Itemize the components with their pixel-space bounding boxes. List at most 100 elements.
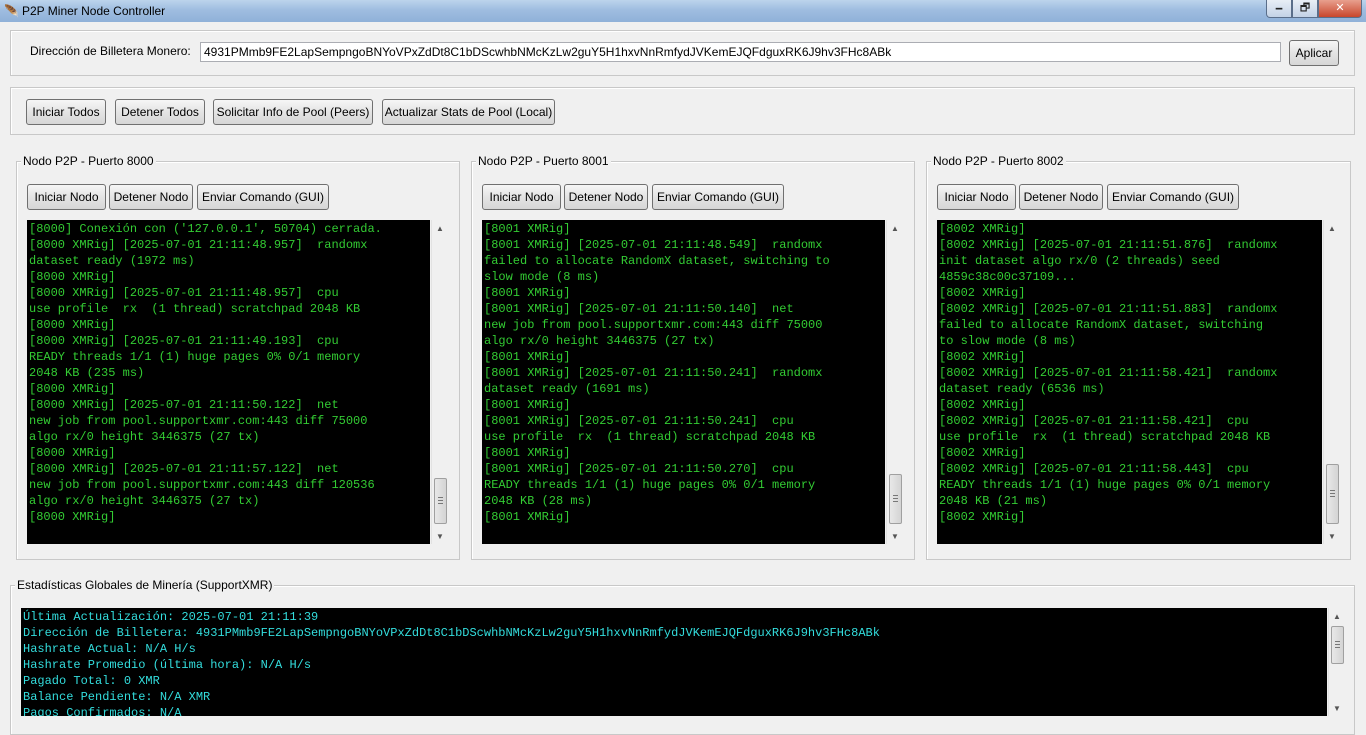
start-node-button[interactable]: Iniciar Nodo [482, 184, 561, 210]
log-line: [8001 XMRig] [484, 398, 571, 412]
stats-console[interactable]: Última Actualización: 2025-07-01 21:11:3… [21, 608, 1327, 716]
scroll-up-icon[interactable]: ▲ [1329, 608, 1345, 624]
node-title: Nodo P2P - Puerto 8001 [476, 154, 611, 168]
log-line: dataset ready (1972 ms) [29, 254, 195, 268]
scroll-up-icon[interactable]: ▲ [432, 220, 448, 236]
maximize-button[interactable]: 🗗 [1292, 0, 1318, 18]
log-line: Hashrate Promedio (última hora): N/A H/s [23, 658, 312, 672]
log-scrollbar[interactable]: ▲ ▼ [886, 220, 903, 544]
stats-scrollbar[interactable]: ▲ ▼ [1328, 608, 1345, 716]
log-line: [8001 XMRig] [484, 510, 571, 524]
log-line: [8000 XMRig] [29, 382, 116, 396]
log-line: algo rx/0 height 3446375 (27 tx) [484, 334, 715, 348]
log-scrollbar[interactable]: ▲ ▼ [431, 220, 448, 544]
request-pool-info-button[interactable]: Solicitar Info de Pool (Peers) [213, 99, 373, 125]
wallet-label: Dirección de Billetera Monero: [30, 44, 191, 58]
log-line: [8002 XMRig] [939, 398, 1026, 412]
start-node-button[interactable]: Iniciar Nodo [27, 184, 106, 210]
scroll-thumb[interactable] [1331, 626, 1344, 664]
scroll-down-icon[interactable]: ▼ [1324, 528, 1340, 544]
log-line: READY threads 1/1 (1) huge pages 0% 0/1 … [484, 478, 816, 492]
log-line: [8001 XMRig] [2025-07-01 21:11:50.241] c… [484, 414, 794, 428]
log-line: [8001 XMRig] [484, 286, 571, 300]
scroll-thumb[interactable] [889, 474, 902, 524]
stop-node-button[interactable]: Detener Nodo [109, 184, 193, 210]
log-line: [8001 XMRig] [2025-07-01 21:11:48.549] r… [484, 238, 823, 252]
log-line: init dataset algo rx/0 (2 threads) seed [939, 254, 1220, 268]
log-line: [8000 XMRig] [2025-07-01 21:11:57.122] n… [29, 462, 339, 476]
update-pool-stats-button[interactable]: Actualizar Stats de Pool (Local) [382, 99, 555, 125]
log-line: algo rx/0 height 3446375 (27 tx) [29, 430, 260, 444]
start-all-button[interactable]: Iniciar Todos [26, 99, 106, 125]
log-line: READY threads 1/1 (1) huge pages 0% 0/1 … [29, 350, 361, 364]
start-node-button[interactable]: Iniciar Nodo [937, 184, 1016, 210]
feather-icon: 🪶 [4, 4, 19, 18]
log-line: use profile rx (1 thread) scratchpad 204… [484, 430, 816, 444]
log-line: [8002 XMRig] [939, 350, 1026, 364]
log-line: Pagado Total: 0 XMR [23, 674, 160, 688]
log-line: to slow mode (8 ms) [939, 334, 1076, 348]
toolbar-panel [10, 87, 1355, 135]
log-line: [8001 XMRig] [2025-07-01 21:11:50.241] r… [484, 366, 823, 380]
log-line: use profile rx (1 thread) scratchpad 204… [29, 302, 361, 316]
stop-node-button[interactable]: Detener Nodo [564, 184, 648, 210]
log-line: [8000 XMRig] [2025-07-01 21:11:48.957] c… [29, 286, 339, 300]
scroll-thumb[interactable] [434, 478, 447, 524]
apply-button[interactable]: Aplicar [1289, 40, 1339, 66]
log-line: [8001 XMRig] [484, 446, 571, 460]
log-line: [8000 XMRig] [2025-07-01 21:11:50.122] n… [29, 398, 339, 412]
log-line: READY threads 1/1 (1) huge pages 0% 0/1 … [939, 478, 1271, 492]
close-button[interactable]: ✕ [1318, 0, 1362, 18]
node-title: Nodo P2P - Puerto 8000 [21, 154, 156, 168]
log-line: [8001 XMRig] [2025-07-01 21:11:50.270] c… [484, 462, 794, 476]
scroll-down-icon[interactable]: ▼ [887, 528, 903, 544]
log-line: Balance Pendiente: N/A XMR [23, 690, 211, 704]
scroll-up-icon[interactable]: ▲ [887, 220, 903, 236]
log-line: [8002 XMRig] [2025-07-01 21:11:51.883] r… [939, 302, 1278, 316]
log-line: [8000 XMRig] [29, 270, 116, 284]
log-line: [8001 XMRig] [484, 222, 571, 236]
log-line: failed to allocate RandomX dataset, swit… [484, 254, 830, 268]
log-line: [8002 XMRig] [939, 222, 1026, 236]
scroll-thumb[interactable] [1326, 464, 1339, 524]
log-line: 2048 KB (235 ms) [29, 366, 145, 380]
wallet-address-input[interactable] [200, 42, 1281, 62]
title-bar[interactable]: 🪶 P2P Miner Node Controller 🗕 🗗 ✕ [0, 0, 1366, 22]
node-title: Nodo P2P - Puerto 8002 [931, 154, 1066, 168]
log-line: dataset ready (1691 ms) [484, 382, 650, 396]
node-log-console[interactable]: [8002 XMRig] [8002 XMRig] [2025-07-01 21:… [937, 220, 1322, 544]
log-line: new job from pool.supportxmr.com:443 dif… [29, 478, 375, 492]
log-line: [8002 XMRig] [939, 510, 1026, 524]
log-line: [8002 XMRig] [2025-07-01 21:11:58.421] r… [939, 366, 1278, 380]
log-line: failed to allocate RandomX dataset, swit… [939, 318, 1264, 332]
stop-node-button[interactable]: Detener Nodo [1019, 184, 1103, 210]
log-scrollbar[interactable]: ▲ ▼ [1323, 220, 1340, 544]
log-line: dataset ready (6536 ms) [939, 382, 1105, 396]
send-command-button[interactable]: Enviar Comando (GUI) [1107, 184, 1239, 210]
log-line: [8000 XMRig] [2025-07-01 21:11:48.957] r… [29, 238, 368, 252]
log-line: new job from pool.supportxmr.com:443 dif… [484, 318, 823, 332]
log-line: Dirección de Billetera: 4931PMmb9FE2LapS… [23, 626, 880, 640]
stop-all-button[interactable]: Detener Todos [115, 99, 205, 125]
node-log-console[interactable]: [8001 XMRig] [8001 XMRig] [2025-07-01 21:… [482, 220, 885, 544]
window-title: P2P Miner Node Controller [22, 4, 166, 18]
scroll-down-icon[interactable]: ▼ [432, 528, 448, 544]
log-line: use profile rx (1 thread) scratchpad 204… [939, 430, 1271, 444]
log-line: new job from pool.supportxmr.com:443 dif… [29, 414, 368, 428]
log-line: 2048 KB (28 ms) [484, 494, 593, 508]
node-log-console[interactable]: [8000] Conexión con ('127.0.0.1', 50704)… [27, 220, 430, 544]
log-line: [8000] Conexión con ('127.0.0.1', 50704)… [29, 222, 382, 236]
log-line: 2048 KB (21 ms) [939, 494, 1048, 508]
log-line: 4859c38c00c37109... [939, 270, 1076, 284]
scroll-down-icon[interactable]: ▼ [1329, 700, 1345, 716]
window-controls: 🗕 🗗 ✕ [1266, 0, 1362, 18]
send-command-button[interactable]: Enviar Comando (GUI) [652, 184, 784, 210]
scroll-up-icon[interactable]: ▲ [1324, 220, 1340, 236]
log-line: Hashrate Actual: N/A H/s [23, 642, 196, 656]
log-line: [8001 XMRig] [484, 350, 571, 364]
minimize-button[interactable]: 🗕 [1266, 0, 1292, 18]
log-line: algo rx/0 height 3446375 (27 tx) [29, 494, 260, 508]
log-line: Pagos Confirmados: N/A [23, 706, 182, 716]
log-line: [8000 XMRig] [29, 318, 116, 332]
send-command-button[interactable]: Enviar Comando (GUI) [197, 184, 329, 210]
